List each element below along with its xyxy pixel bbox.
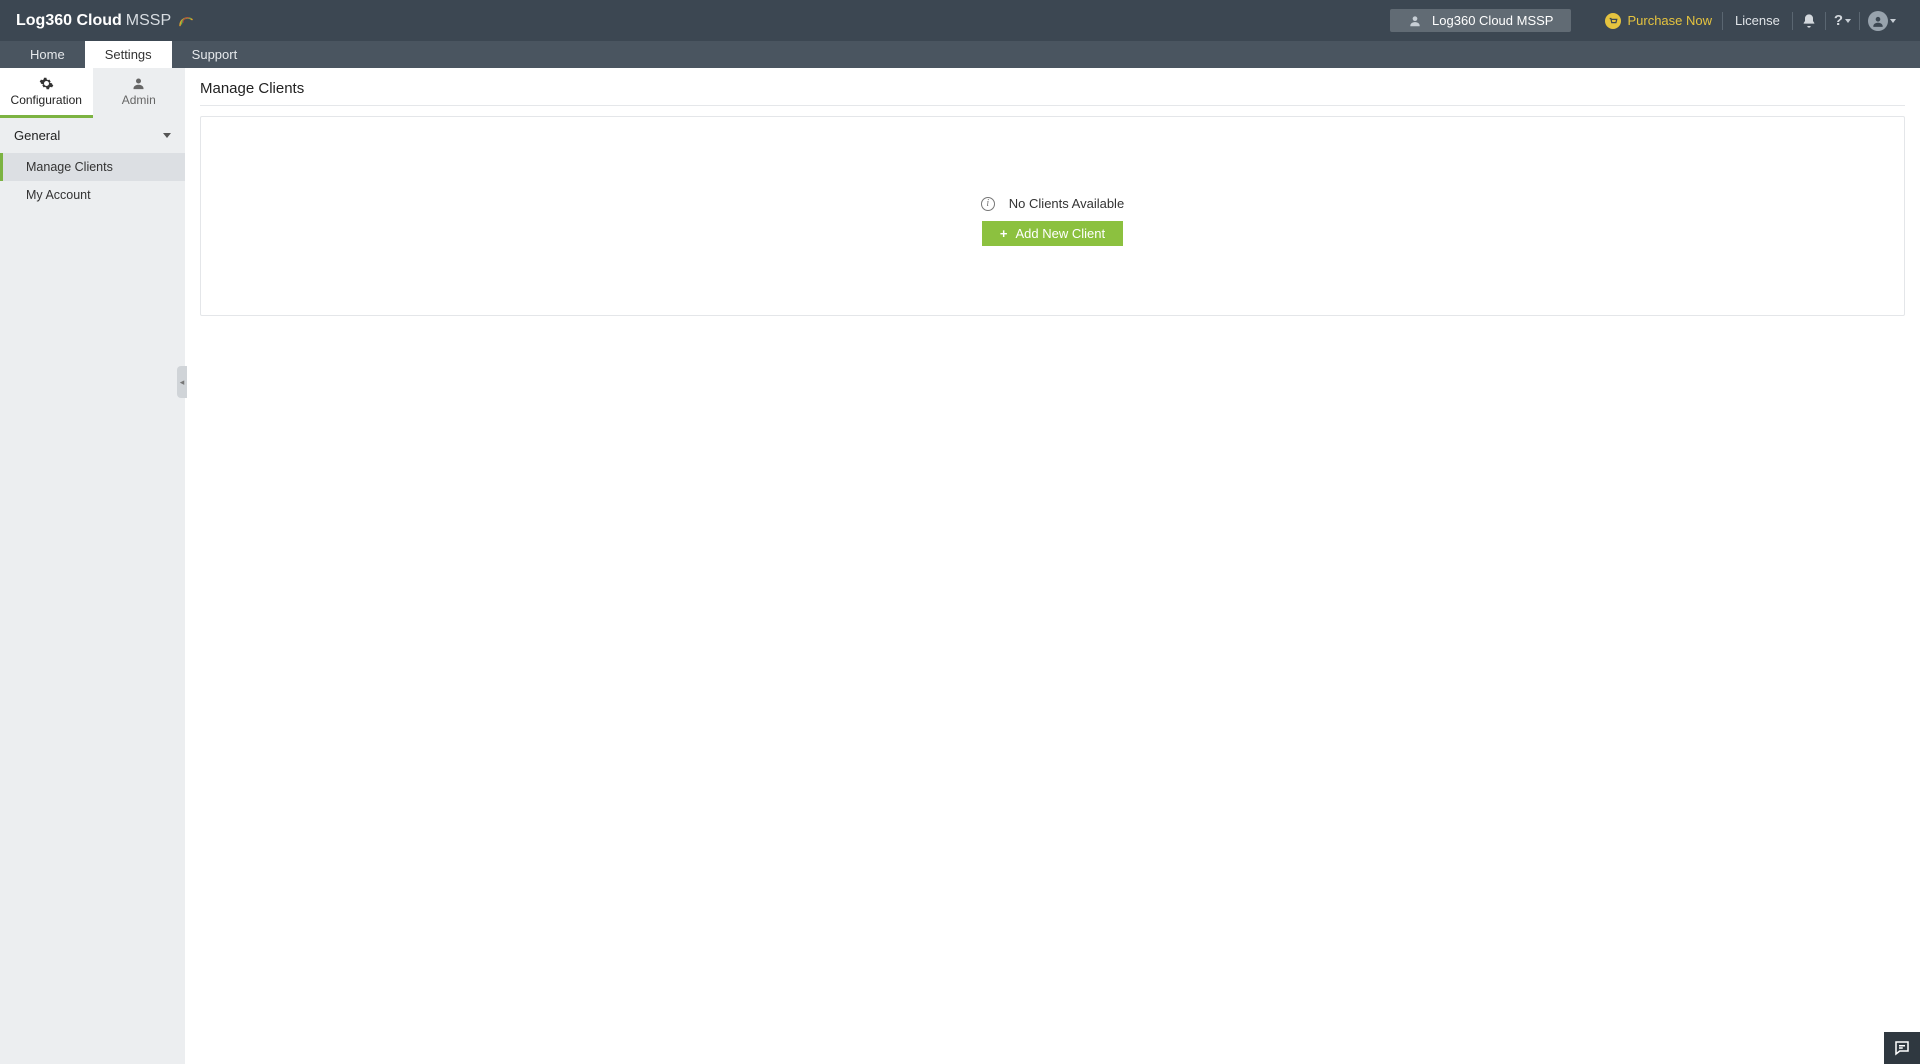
chevron-down-icon <box>1845 19 1851 23</box>
app-header: Log360 Cloud MSSP Log360 Cloud MSSP Purc… <box>0 0 1920 41</box>
clients-panel: i No Clients Available + Add New Client <box>200 116 1905 316</box>
license-label: License <box>1735 13 1780 28</box>
main-content: Manage Clients i No Clients Available + … <box>185 68 1920 1064</box>
admin-icon <box>131 76 146 91</box>
sidebar-item-manage-clients[interactable]: Manage Clients <box>0 153 185 181</box>
brand-sub: MSSP <box>126 12 171 30</box>
sidebar-collapse-handle[interactable]: ◂ <box>177 366 187 398</box>
header-right: Log360 Cloud MSSP Purchase Now License ? <box>1390 9 1904 32</box>
nav-tab-home[interactable]: Home <box>10 41 85 68</box>
nav-tab-label: Home <box>30 47 65 62</box>
brand-logo-arc <box>177 12 195 30</box>
divider <box>200 105 1905 106</box>
avatar-icon <box>1868 11 1888 31</box>
plus-icon: + <box>1000 226 1008 241</box>
sidebar-section-label: General <box>14 128 60 143</box>
tenant-name: Log360 Cloud MSSP <box>1432 13 1553 28</box>
sidebar-item-label: Manage Clients <box>26 160 113 174</box>
add-new-client-button[interactable]: + Add New Client <box>982 221 1123 246</box>
help-icon: ? <box>1834 12 1843 29</box>
bell-icon <box>1801 13 1817 29</box>
brand: Log360 Cloud MSSP <box>16 12 195 30</box>
empty-message-row: i No Clients Available <box>981 196 1124 211</box>
nav-tab-label: Settings <box>105 47 152 62</box>
nav-tab-settings[interactable]: Settings <box>85 41 172 68</box>
add-button-label: Add New Client <box>1015 226 1105 241</box>
subtab-label: Configuration <box>11 93 82 107</box>
page-title: Manage Clients <box>200 80 1905 97</box>
tenant-indicator[interactable]: Log360 Cloud MSSP <box>1390 9 1571 32</box>
user-menu[interactable] <box>1860 11 1904 31</box>
empty-state: i No Clients Available + Add New Client <box>981 196 1124 246</box>
chevron-left-icon: ◂ <box>180 377 185 388</box>
nav-tab-support[interactable]: Support <box>172 41 258 68</box>
sidebar-item-label: My Account <box>26 188 91 202</box>
gear-icon <box>39 76 54 91</box>
chevron-down-icon <box>1890 19 1896 23</box>
subtab-configuration[interactable]: Configuration <box>0 68 93 118</box>
license-link[interactable]: License <box>1723 13 1792 28</box>
sidebar-section-general[interactable]: General <box>0 118 185 153</box>
sidebar-subtabs: Configuration Admin <box>0 68 185 118</box>
chat-button[interactable] <box>1884 1032 1920 1064</box>
user-icon <box>1408 14 1422 28</box>
sidebar: Configuration Admin General Manage Clien… <box>0 68 185 1064</box>
nav-tab-label: Support <box>192 47 238 62</box>
help-menu[interactable]: ? <box>1826 12 1859 29</box>
brand-main: Log360 Cloud <box>16 12 122 30</box>
main-nav: Home Settings Support <box>0 41 1920 68</box>
notifications-button[interactable] <box>1793 13 1825 29</box>
subtab-label: Admin <box>122 93 156 107</box>
empty-message: No Clients Available <box>1009 196 1124 211</box>
sidebar-item-my-account[interactable]: My Account <box>0 181 185 209</box>
purchase-now-link[interactable]: Purchase Now <box>1595 13 1722 29</box>
cart-icon <box>1605 13 1621 29</box>
subtab-admin[interactable]: Admin <box>93 68 186 118</box>
purchase-now-label: Purchase Now <box>1627 13 1712 28</box>
info-icon: i <box>981 197 995 211</box>
chevron-down-icon <box>163 133 171 138</box>
chat-icon <box>1893 1039 1911 1057</box>
body: Configuration Admin General Manage Clien… <box>0 68 1920 1064</box>
